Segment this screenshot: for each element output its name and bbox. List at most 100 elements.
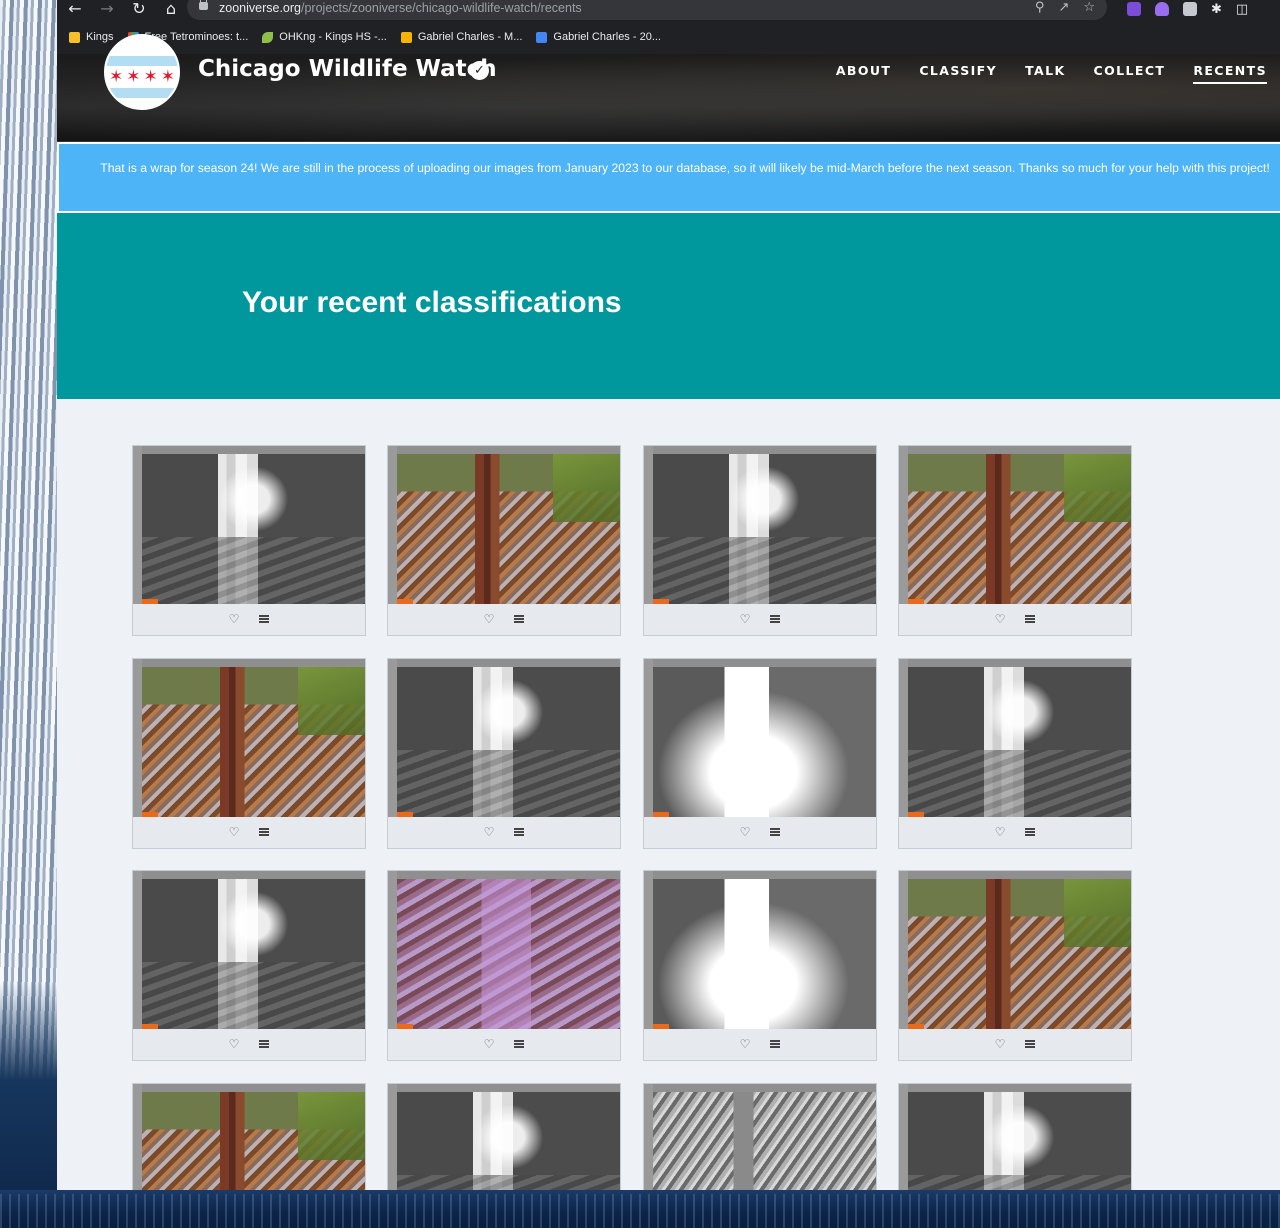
collections-list-icon[interactable] (1023, 825, 1037, 839)
camera-trap-image (653, 454, 876, 604)
subject-thumbnail[interactable] (644, 659, 876, 817)
collections-list-icon[interactable] (512, 1037, 526, 1051)
subject-thumbnail[interactable] (133, 659, 365, 817)
heart-icon[interactable]: ♡ (738, 612, 752, 626)
classification-card[interactable]: ♡ (643, 658, 877, 849)
card-actions: ♡ (899, 825, 1131, 843)
card-actions: ♡ (644, 612, 876, 630)
star-icon[interactable]: ☆ (1083, 0, 1095, 15)
camera-tag (653, 812, 669, 817)
subject-thumbnail[interactable] (133, 446, 365, 604)
collections-list-icon[interactable] (1023, 1037, 1037, 1051)
collections-list-icon[interactable] (512, 825, 526, 839)
classification-card[interactable]: ♡ (132, 445, 366, 636)
bookmark-item[interactable]: Gabriel Charles - 20... (536, 31, 661, 43)
classification-card[interactable]: ♡ (898, 870, 1132, 1061)
extension-icon[interactable] (1127, 2, 1141, 16)
classification-card[interactable]: ♡ (387, 1083, 621, 1190)
collections-list-icon[interactable] (1023, 612, 1037, 626)
grid-ruler (388, 659, 397, 817)
forward-icon[interactable]: → (97, 1, 117, 17)
card-actions: ♡ (899, 612, 1131, 630)
collections-list-icon[interactable] (768, 1037, 782, 1051)
extension-icon[interactable] (1155, 2, 1169, 16)
leaf-icon (262, 31, 274, 43)
url-text[interactable]: zooniverse.org/projects/zooniverse/chica… (219, 1, 582, 15)
camera-tag (908, 1024, 924, 1029)
classification-card[interactable]: ♡ (132, 1083, 366, 1190)
nav-classify[interactable]: CLASSIFY (919, 63, 997, 84)
bookmark-item[interactable]: Gabriel Charles - M... (400, 31, 522, 43)
classification-card[interactable]: ♡ (898, 658, 1132, 849)
camera-trap-image (397, 667, 620, 817)
classification-card[interactable]: ♡ (132, 658, 366, 849)
heart-icon[interactable]: ♡ (738, 825, 752, 839)
heart-icon[interactable]: ♡ (482, 825, 496, 839)
address-bar[interactable]: zooniverse.org/projects/zooniverse/chica… (187, 0, 1107, 20)
heart-icon[interactable]: ♡ (993, 1037, 1007, 1051)
bookmark-item[interactable]: Kings (69, 31, 114, 43)
heart-icon[interactable]: ♡ (227, 612, 241, 626)
heart-icon[interactable]: ♡ (993, 612, 1007, 626)
subject-thumbnail[interactable] (133, 1084, 365, 1190)
collections-list-icon[interactable] (257, 1037, 271, 1051)
home-icon[interactable]: ⌂ (161, 1, 181, 17)
classification-card[interactable]: ♡ (387, 445, 621, 636)
share-icon[interactable]: ↗ (1058, 0, 1069, 15)
classification-card[interactable]: ♡ (898, 445, 1132, 636)
grid-ruler (644, 659, 876, 667)
nav-recents[interactable]: RECENTS (1193, 63, 1267, 84)
nav-talk[interactable]: TALK (1025, 63, 1065, 84)
collections-list-icon[interactable] (768, 825, 782, 839)
subject-thumbnail[interactable] (899, 871, 1131, 1029)
card-actions: ♡ (133, 612, 365, 630)
collections-list-icon[interactable] (257, 612, 271, 626)
collections-list-icon[interactable] (257, 825, 271, 839)
collections-list-icon[interactable] (512, 612, 526, 626)
camera-trap-image (908, 879, 1131, 1029)
classification-card[interactable]: ♡ (387, 658, 621, 849)
puzzle-icon[interactable]: ✱ (1211, 2, 1222, 17)
classification-card[interactable]: ♡ (643, 1083, 877, 1190)
subject-thumbnail[interactable] (644, 871, 876, 1029)
heart-icon[interactable]: ♡ (482, 612, 496, 626)
subject-thumbnail[interactable] (899, 1084, 1131, 1190)
project-avatar[interactable]: ✶ ✶ ✶ ✶ (104, 34, 180, 110)
subject-thumbnail[interactable] (388, 446, 620, 604)
bookmark-item[interactable]: OHKng - Kings HS -... (262, 31, 387, 43)
heart-icon[interactable]: ♡ (738, 1037, 752, 1051)
collections-list-icon[interactable] (768, 612, 782, 626)
nav-about[interactable]: ABOUT (836, 63, 892, 84)
subject-thumbnail[interactable] (899, 446, 1131, 604)
classification-card[interactable]: ♡ (132, 870, 366, 1061)
subject-thumbnail[interactable] (133, 871, 365, 1029)
camera-tag (908, 812, 924, 817)
heart-icon[interactable]: ♡ (227, 825, 241, 839)
extension-icon[interactable] (1183, 2, 1197, 16)
subject-thumbnail[interactable] (644, 1084, 876, 1190)
lock-icon (199, 0, 208, 10)
side-panel-icon[interactable]: ◫ (1236, 2, 1248, 17)
camera-tag (397, 812, 413, 817)
heart-icon[interactable]: ♡ (482, 1037, 496, 1051)
heart-icon[interactable]: ♡ (993, 825, 1007, 839)
zoom-search-icon[interactable]: ⚲ (1035, 0, 1045, 15)
subject-thumbnail[interactable] (388, 871, 620, 1029)
classification-card[interactable]: ♡ (643, 445, 877, 636)
nav-collect[interactable]: COLLECT (1094, 63, 1166, 84)
subject-thumbnail[interactable] (388, 1084, 620, 1190)
camera-tag (653, 599, 669, 604)
subject-thumbnail[interactable] (899, 659, 1131, 817)
flag-stripe (106, 56, 178, 66)
back-icon[interactable]: ← (65, 1, 85, 17)
classification-card[interactable]: ♡ (898, 1083, 1132, 1190)
subject-thumbnail[interactable] (388, 659, 620, 817)
flag-stripe (106, 88, 178, 98)
heart-icon[interactable]: ♡ (227, 1037, 241, 1051)
reload-icon[interactable]: ↻ (129, 1, 149, 17)
classification-card[interactable]: ♡ (643, 870, 877, 1061)
grid-ruler (644, 659, 653, 817)
classification-card[interactable]: ♡ (387, 870, 621, 1061)
subject-thumbnail[interactable] (644, 446, 876, 604)
project-title[interactable]: Chicago Wildlife Watch (198, 56, 497, 82)
